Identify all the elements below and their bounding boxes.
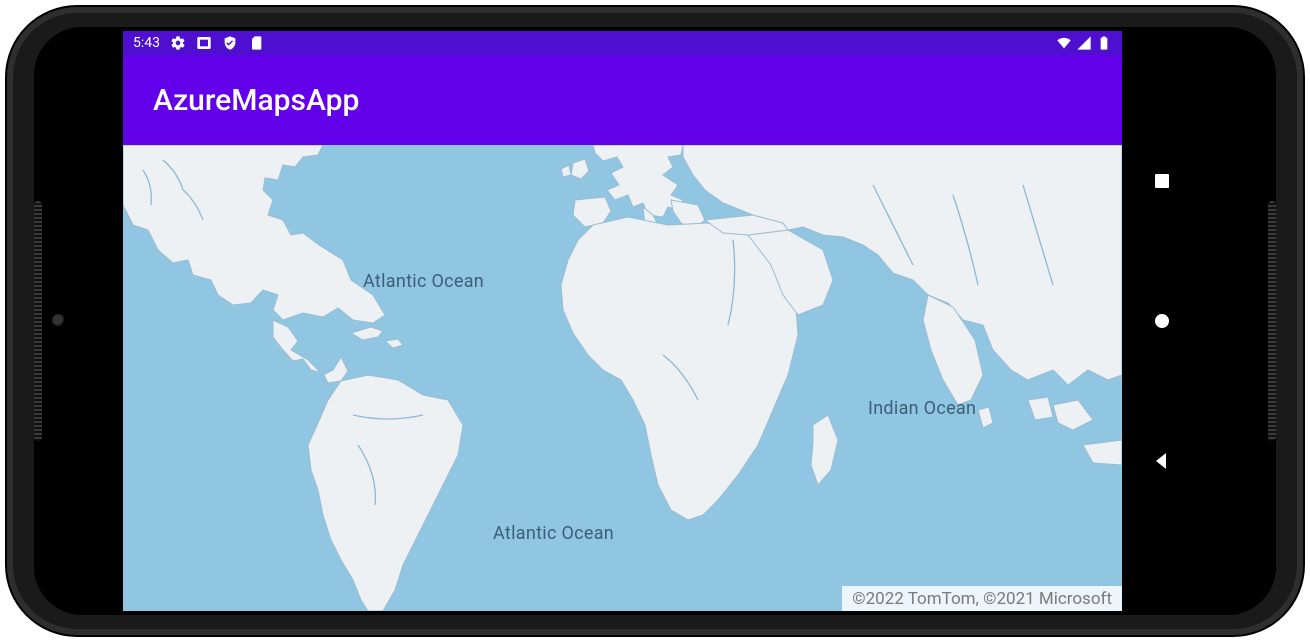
app-action-bar: AzureMapsApp [123,55,1122,145]
app-viewport: 5:43 [123,31,1122,611]
map-label-indian: Indian Ocean [868,398,976,419]
map-view[interactable]: Atlantic Ocean Atlantic Ocean Indian Oce… [123,145,1122,611]
app-title: AzureMapsApp [153,83,359,118]
shield-icon [222,35,238,51]
speaker-left [34,201,42,441]
status-time: 5:43 [133,35,160,51]
sd-card-icon [248,35,264,51]
gear-icon [170,35,186,51]
device-screen: 5:43 [123,31,1201,611]
battery-icon [1096,35,1112,51]
status-bar: 5:43 [123,31,1122,55]
back-button[interactable] [1150,449,1174,473]
camera-dot [52,314,66,328]
overview-button[interactable] [1150,169,1174,193]
device-frame: 5:43 [7,7,1303,635]
world-map-canvas [123,145,1122,611]
keyboard-icon [196,35,212,51]
home-button[interactable] [1150,309,1174,333]
wifi-icon [1056,35,1072,51]
speaker-right [1268,201,1276,441]
map-label-atlantic-south: Atlantic Ocean [493,523,614,544]
map-attribution: ©2022 TomTom, ©2021 Microsoft [842,586,1122,611]
map-label-atlantic-north: Atlantic Ocean [363,271,484,292]
signal-icon [1076,35,1092,51]
android-nav-bar [1122,31,1201,611]
